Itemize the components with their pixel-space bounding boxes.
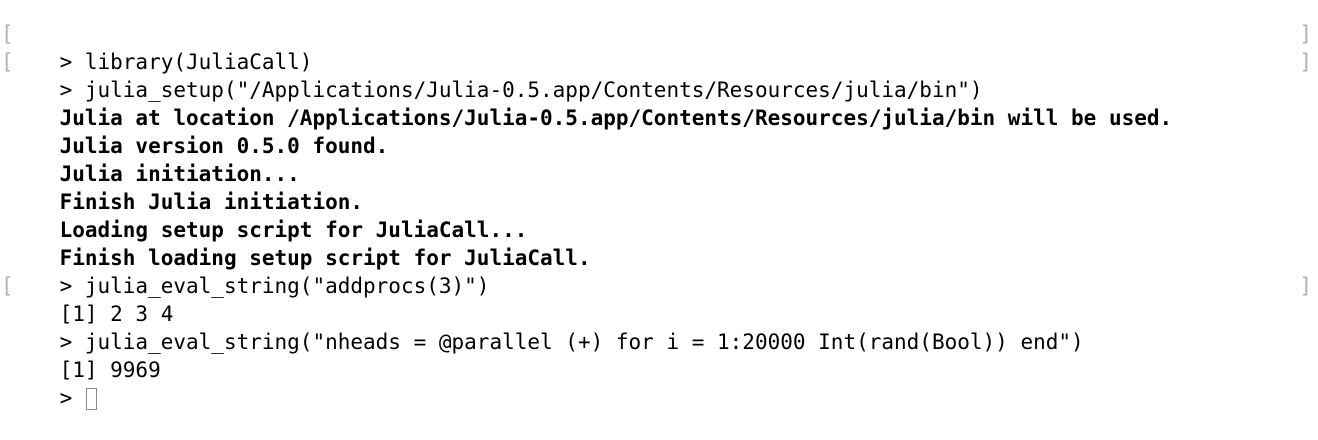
console-output-line: Finish loading setup script for JuliaCal… (9, 216, 1299, 270)
console-output-line: Julia at location /Applications/Julia-0.… (9, 76, 1299, 130)
console-input-line[interactable]: > (9, 356, 1299, 410)
console-line: [> julia_setup("/Applications/Julia-0.5.… (1, 48, 1312, 102)
selection-bracket-left: [ (1, 50, 14, 74)
console-result-line: [[1] 2 3 4] (1, 272, 1312, 326)
console-output-line: Julia initiation... (9, 132, 1299, 186)
selection-bracket-left: [ (1, 22, 14, 46)
console-line: > julia_eval_string("addprocs(3)") (9, 244, 1299, 298)
console-output-line: Julia version 0.5.0 found. (9, 104, 1299, 158)
selection-bracket-right: ] (1299, 50, 1312, 74)
prompt-symbol: > (59, 386, 73, 410)
console-output-line: Finish Julia initiation. (9, 160, 1299, 214)
selection-bracket-right: ] (1299, 22, 1312, 46)
console-output-line: Loading setup script for JuliaCall... (9, 188, 1299, 242)
console-result-line: [1] 9969 (9, 328, 1299, 382)
console-line: [> library(JuliaCall)] (1, 20, 1312, 74)
text-cursor[interactable] (85, 388, 97, 410)
console-line: > julia_eval_string("nheads = @parallel … (9, 300, 1299, 354)
r-console[interactable]: [> library(JuliaCall)] [> julia_setup("/… (1, 20, 1312, 410)
selection-bracket-right: ] (1299, 274, 1312, 298)
selection-bracket-left: [ (1, 274, 14, 298)
